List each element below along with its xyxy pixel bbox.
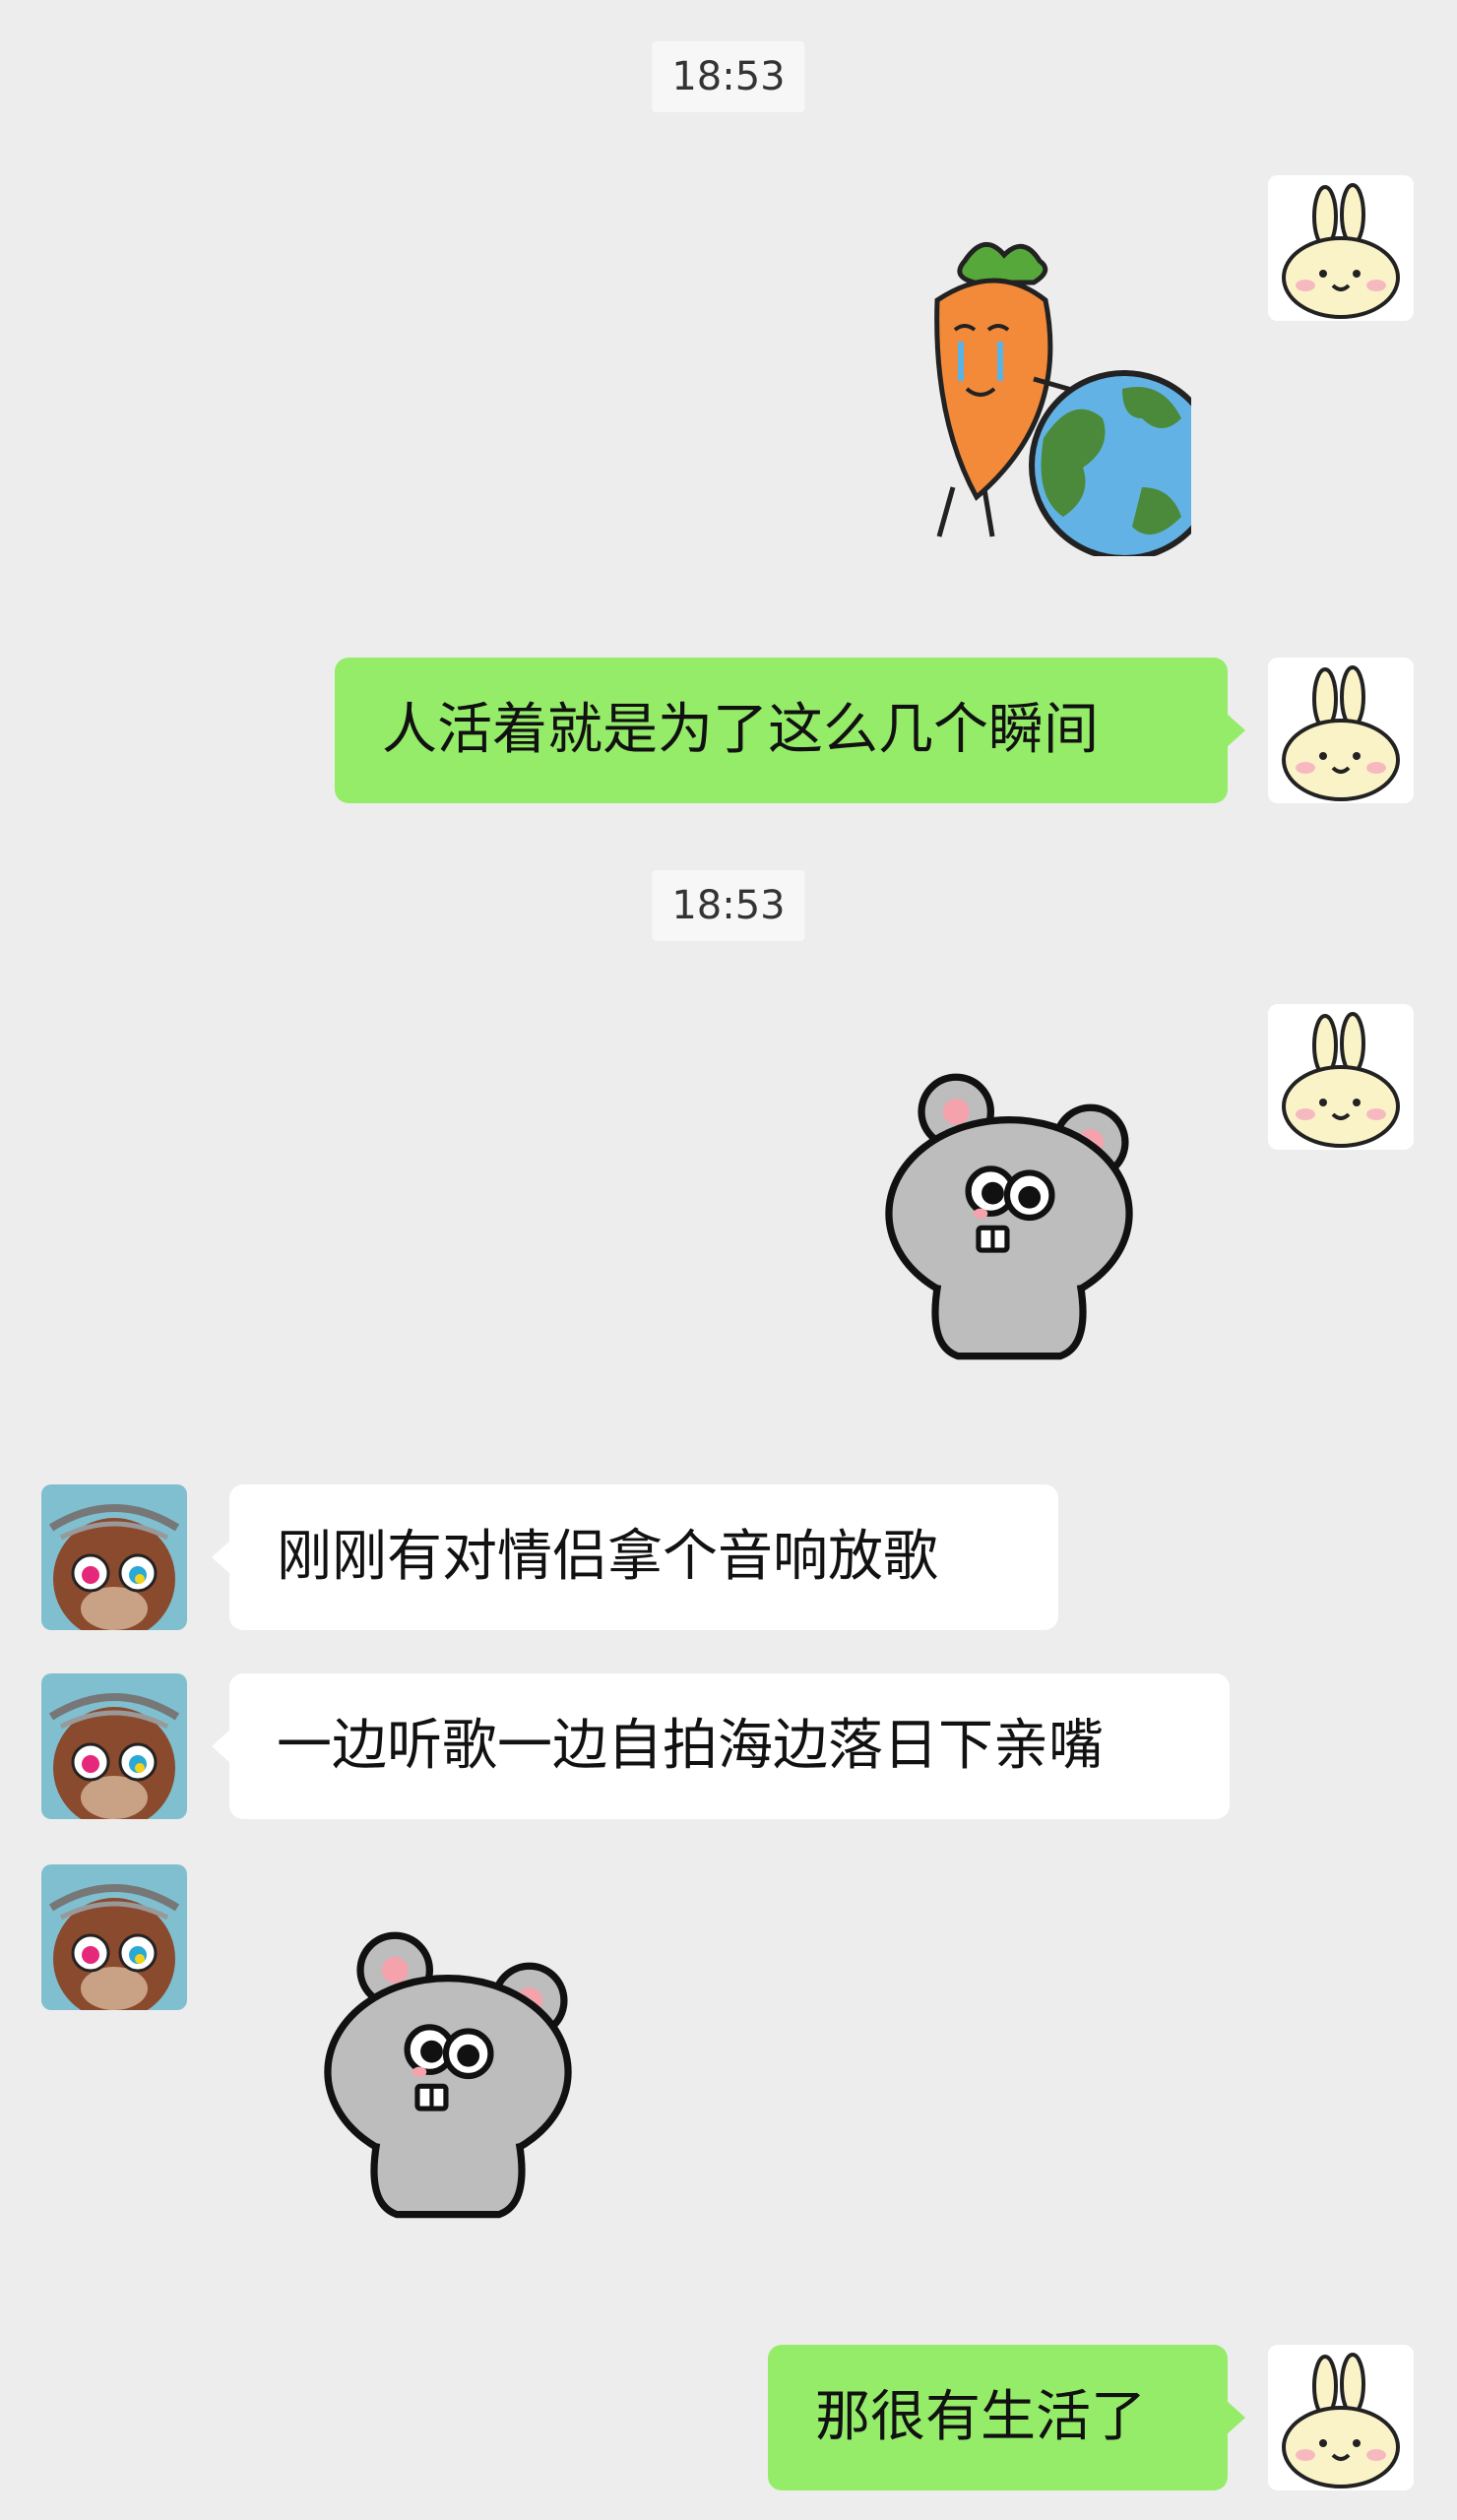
my-avatar[interactable] (1268, 1004, 1414, 1150)
brown-bear-thorn-crown-avatar-icon (41, 1484, 187, 1630)
brown-bear-thorn-crown-avatar-icon (41, 1673, 187, 1819)
brown-bear-thorn-crown-avatar-icon (41, 1864, 187, 2010)
message-text: 刚刚有对情侣拿个音响放歌 (277, 1525, 938, 1589)
crying-carrot-hugging-earth-sticker-icon (934, 242, 1220, 561)
friend-avatar[interactable] (41, 1673, 187, 1819)
message-text: 那很有生活了 (815, 2385, 1146, 2449)
friend-avatar[interactable] (41, 1864, 187, 2010)
sticker-carrot-earth[interactable] (856, 231, 1220, 561)
yellow-bunny-avatar-icon (1268, 658, 1414, 803)
timestamp-1: 18:53 (652, 41, 805, 112)
yellow-bunny-avatar-icon (1268, 1004, 1414, 1150)
yellow-bunny-avatar-icon (1268, 2345, 1414, 2490)
message-text: 一边听歌一边自拍海边落日下亲嘴 (277, 1714, 1104, 1778)
message-text: 人活着就是为了这么几个瞬间 (382, 698, 1099, 762)
my-message-bubble[interactable]: 人活着就是为了这么几个瞬间 (335, 658, 1245, 803)
my-avatar[interactable] (1268, 658, 1414, 803)
gray-mouse-sticker-icon (876, 1071, 1142, 1366)
my-avatar[interactable] (1268, 2345, 1414, 2490)
my-message-bubble[interactable]: 那很有生活了 (768, 2345, 1245, 2490)
friend-message-bubble[interactable]: 一边听歌一边自拍海边落日下亲嘴 (212, 1673, 1230, 1819)
gray-mouse-sticker-icon (315, 1929, 581, 2225)
friend-avatar[interactable] (41, 1484, 187, 1630)
my-avatar[interactable] (1268, 175, 1414, 321)
timestamp-2: 18:53 (652, 870, 805, 941)
yellow-bunny-avatar-icon (1268, 175, 1414, 321)
sticker-gray-mouse[interactable] (315, 1929, 581, 2225)
friend-message-bubble[interactable]: 刚刚有对情侣拿个音响放歌 (212, 1484, 1058, 1630)
sticker-gray-mouse[interactable] (876, 1071, 1142, 1366)
